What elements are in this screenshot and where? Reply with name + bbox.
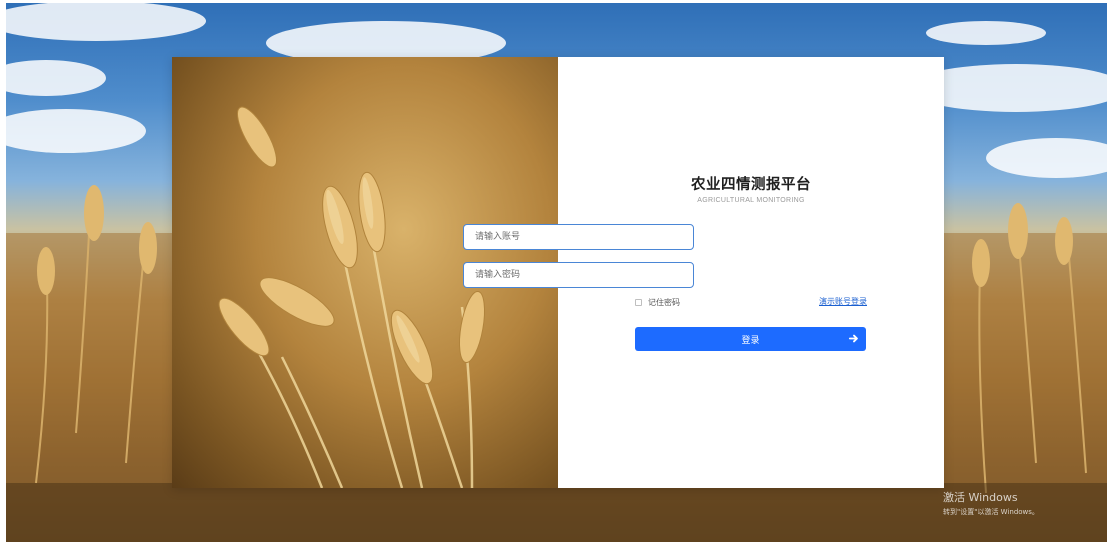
login-button[interactable]: 登录 (635, 327, 866, 351)
platform-title: 农业四情测报平台 (691, 177, 811, 193)
account-input[interactable] (463, 224, 694, 250)
arrow-right-icon (848, 334, 858, 343)
remember-password[interactable]: 记住密码 (635, 297, 680, 308)
watermark-line2: 转到"设置"以激活 Windows。 (943, 508, 1039, 516)
windows-activation-watermark: 激活 Windows 转到"设置"以激活 Windows。 (943, 489, 1039, 517)
password-input[interactable] (463, 262, 694, 288)
platform-subtitle: AGRICULTURAL MONITORING (697, 197, 805, 204)
remember-label: 记住密码 (648, 298, 680, 307)
remember-checkbox[interactable] (635, 299, 642, 306)
demo-account-login-link[interactable]: 演示账号登录 (819, 296, 867, 307)
watermark-line1: 激活 Windows (943, 491, 1018, 504)
login-label: 登录 (741, 335, 760, 346)
